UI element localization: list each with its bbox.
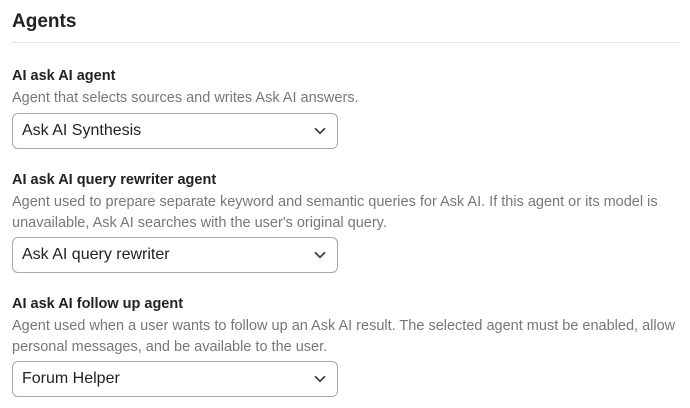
chevron-down-icon [313,124,327,138]
section-divider [12,42,680,43]
setting-label: AI ask AI follow up agent [12,296,184,312]
select-value: Ask AI Synthesis [22,121,142,139]
setting-description: Agent that selects sources and writes As… [12,90,359,106]
select-value: Ask AI query rewriter [22,246,170,263]
query-rewriter-agent-select[interactable]: Ask AI query rewriter [12,237,338,273]
setting-query-rewriter-agent: AI ask AI query rewriter agent Agent use… [12,171,680,273]
setting-ask-ai-agent: AI ask AI agent Agent that selects sourc… [12,67,680,149]
chevron-down-icon [313,248,327,262]
chevron-down-icon [313,372,327,386]
setting-label: AI ask AI agent [12,68,116,84]
select-value: Forum Helper [22,370,120,387]
follow-up-agent-select[interactable]: Forum Helper [12,361,338,397]
section-title: Agents [12,11,77,32]
setting-description: Agent used when a user wants to follow u… [12,318,676,355]
setting-label: AI ask AI query rewriter agent [12,172,217,188]
setting-follow-up-agent: AI ask AI follow up agent Agent used whe… [12,295,680,397]
agents-settings-page: Agents AI ask AI agent Agent that select… [0,0,690,408]
ask-ai-agent-select[interactable]: Ask AI Synthesis [12,112,338,149]
setting-description: Agent used to prepare separate keyword a… [12,194,658,231]
